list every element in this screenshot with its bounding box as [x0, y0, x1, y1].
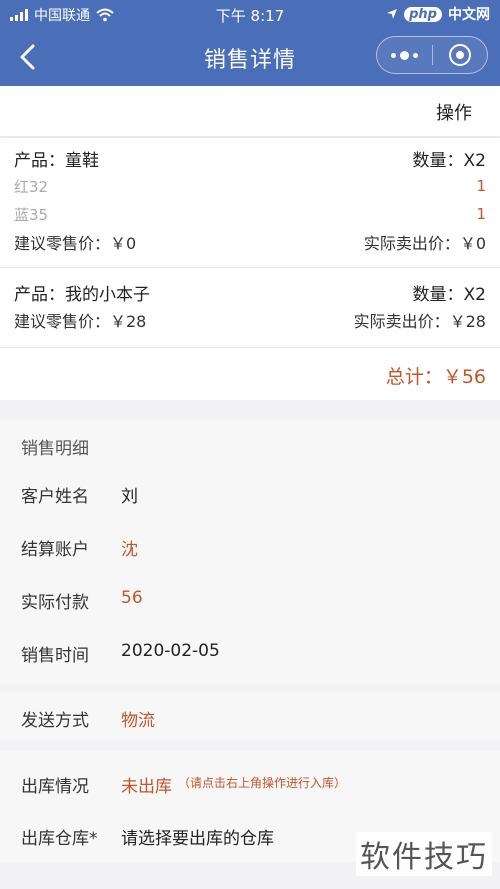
stock-status-hint: （请点击右上角操作进行入库） [178, 776, 347, 790]
nav-bar: 销售详情 [0, 28, 500, 86]
suggested-price: 建议零售价：￥0 [14, 234, 137, 253]
sales-time-row: 销售时间 2020-02-05 [21, 641, 220, 666]
order-total: 总计：￥56 [385, 366, 486, 388]
actual-payment-value: 56 [121, 588, 143, 608]
section-title: 销售明细 [21, 439, 89, 459]
warehouse-select[interactable]: 请选择要出库的仓库 [121, 824, 274, 849]
shipping-section: 发送方式 物流 [0, 692, 500, 740]
sales-time-value: 2020-02-05 [121, 641, 220, 661]
actual-price: 实际卖出价：￥0 [363, 234, 486, 253]
product-item: 产品：我的小本子 数量：X2 建议零售价：￥28 实际卖出价：￥28 [0, 268, 500, 348]
status-bar: 中国联通 下午 8:17 php 中文网 [0, 0, 500, 28]
customer-name-value: 刘 [121, 487, 138, 507]
product-quantity: 数量：X2 [412, 284, 486, 305]
field-label: 结算账户 [21, 540, 89, 560]
location-arrow-icon [387, 9, 398, 19]
variant-name: 红32 [14, 177, 49, 196]
field-label: 出库仓库* [21, 829, 98, 849]
actual-payment-row: 实际付款 56 [21, 588, 143, 613]
shipping-method-row[interactable]: 发送方式 物流 [21, 706, 155, 731]
top-bar: 中国联通 下午 8:17 php 中文网 销售详情 [0, 0, 500, 86]
field-label: 发送方式 [21, 711, 89, 731]
product-quantity: 数量：X2 [412, 150, 486, 171]
mini-program-capsule [376, 36, 488, 74]
settlement-account-row: 结算账户 沈 [21, 535, 138, 560]
settlement-account-value: 沈 [121, 540, 138, 560]
variant-quantity: 1 [476, 177, 486, 195]
variant-quantity: 1 [476, 205, 486, 223]
field-label: 销售时间 [21, 646, 89, 666]
product-name: 产品：我的小本子 [14, 284, 150, 305]
product-name: 产品：童鞋 [14, 150, 99, 171]
stock-status-value: 未出库 [121, 777, 172, 797]
customer-name-row: 客户姓名 刘 [21, 482, 138, 507]
product-item: 产品：童鞋 数量：X2 红32 1 蓝35 1 建议零售价：￥0 实际卖出价：￥… [0, 138, 500, 268]
stock-status-row: 出库情况 未出库 （请点击右上角操作进行入库） [21, 772, 346, 797]
shipping-method-value: 物流 [121, 711, 155, 731]
product-list: 产品：童鞋 数量：X2 红32 1 蓝35 1 建议零售价：￥0 实际卖出价：￥… [0, 138, 500, 400]
watermark: 软件技巧 [356, 832, 492, 876]
field-label: 出库情况 [21, 777, 89, 797]
field-label: 实际付款 [21, 593, 89, 613]
field-label: 客户姓名 [21, 487, 89, 507]
close-circle-icon[interactable] [433, 44, 487, 66]
actual-price: 实际卖出价：￥28 [353, 312, 486, 331]
site-name: 中文网 [448, 7, 490, 23]
sales-detail-section: 销售明细 客户姓名 刘 结算账户 沈 实际付款 56 销售时间 2020-02-… [0, 420, 500, 684]
variant-name: 蓝35 [14, 205, 49, 224]
warehouse-row[interactable]: 出库仓库* 请选择要出库的仓库 [21, 824, 274, 849]
operate-button[interactable]: 操作 [436, 99, 472, 125]
site-logo: php [404, 6, 442, 22]
more-dots-icon[interactable] [377, 50, 432, 60]
toolbar: 操作 [0, 86, 500, 136]
suggested-price: 建议零售价：￥28 [14, 312, 147, 331]
